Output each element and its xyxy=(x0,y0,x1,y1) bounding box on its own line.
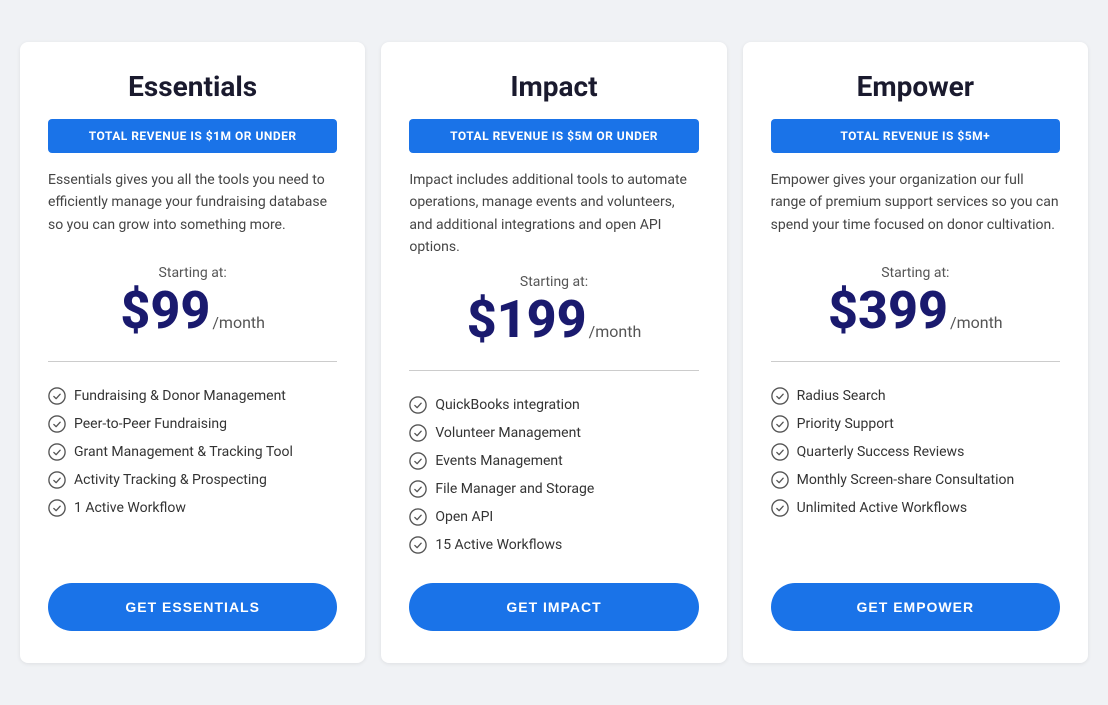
plan-badge-empower: TOTAL REVENUE IS $5M+ xyxy=(771,119,1060,153)
check-circle-icon xyxy=(409,452,427,470)
check-circle-icon xyxy=(771,499,789,517)
check-circle-icon xyxy=(771,387,789,405)
check-circle-icon xyxy=(48,471,66,489)
feature-item: Events Management xyxy=(409,447,698,475)
feature-item: Volunteer Management xyxy=(409,419,698,447)
check-circle-icon xyxy=(48,499,66,517)
check-circle-icon xyxy=(48,387,66,405)
feature-item: Grant Management & Tracking Tool xyxy=(48,438,337,466)
check-circle-icon xyxy=(771,415,789,433)
features-list-essentials: Fundraising & Donor Management Peer-to-P… xyxy=(48,382,337,560)
price-period-impact: /month xyxy=(589,322,642,341)
divider-essentials xyxy=(48,361,337,362)
plan-card-empower: Empower TOTAL REVENUE IS $5M+ Empower gi… xyxy=(743,42,1088,664)
plan-badge-impact: TOTAL REVENUE IS $5M OR UNDER xyxy=(409,119,698,153)
price-amount-essentials: $99 xyxy=(120,285,210,337)
plan-title-empower: Empower xyxy=(771,70,1060,103)
price-period-empower: /month xyxy=(950,313,1003,332)
pricing-cards: Essentials TOTAL REVENUE IS $1M OR UNDER… xyxy=(20,42,1088,664)
price-period-essentials: /month xyxy=(212,313,265,332)
starting-at-label-essentials: Starting at: xyxy=(48,265,337,281)
price-row-impact: $199 /month xyxy=(409,294,698,346)
feature-item: Peer-to-Peer Fundraising xyxy=(48,410,337,438)
feature-item: Activity Tracking & Prospecting xyxy=(48,466,337,494)
check-circle-icon xyxy=(409,508,427,526)
check-circle-icon xyxy=(409,424,427,442)
check-circle-icon xyxy=(771,443,789,461)
plan-description-essentials: Essentials gives you all the tools you n… xyxy=(48,169,337,249)
cta-button-empower[interactable]: GET EMPOWER xyxy=(771,583,1060,631)
price-amount-impact: $199 xyxy=(467,294,587,346)
plan-card-essentials: Essentials TOTAL REVENUE IS $1M OR UNDER… xyxy=(20,42,365,664)
feature-item: Fundraising & Donor Management xyxy=(48,382,337,410)
feature-item: Quarterly Success Reviews xyxy=(771,438,1060,466)
divider-empower xyxy=(771,361,1060,362)
feature-item: Unlimited Active Workflows xyxy=(771,494,1060,522)
features-list-impact: QuickBooks integration Volunteer Managem… xyxy=(409,391,698,559)
feature-item: Priority Support xyxy=(771,410,1060,438)
plan-badge-essentials: TOTAL REVENUE IS $1M OR UNDER xyxy=(48,119,337,153)
price-row-empower: $399 /month xyxy=(771,285,1060,337)
feature-item: QuickBooks integration xyxy=(409,391,698,419)
price-row-essentials: $99 /month xyxy=(48,285,337,337)
check-circle-icon xyxy=(771,471,789,489)
starting-at-label-empower: Starting at: xyxy=(771,265,1060,281)
starting-at-label-impact: Starting at: xyxy=(409,274,698,290)
check-circle-icon xyxy=(409,536,427,554)
feature-item: 1 Active Workflow xyxy=(48,494,337,522)
check-circle-icon xyxy=(48,443,66,461)
plan-description-impact: Impact includes additional tools to auto… xyxy=(409,169,698,259)
divider-impact xyxy=(409,370,698,371)
check-circle-icon xyxy=(409,480,427,498)
check-circle-icon xyxy=(409,396,427,414)
cta-button-essentials[interactable]: GET ESSENTIALS xyxy=(48,583,337,631)
feature-item: Open API xyxy=(409,503,698,531)
feature-item: Monthly Screen-share Consultation xyxy=(771,466,1060,494)
features-list-empower: Radius Search Priority Support xyxy=(771,382,1060,560)
price-amount-empower: $399 xyxy=(828,285,948,337)
check-circle-icon xyxy=(48,415,66,433)
plan-title-essentials: Essentials xyxy=(48,70,337,103)
plan-description-empower: Empower gives your organization our full… xyxy=(771,169,1060,249)
feature-item: Radius Search xyxy=(771,382,1060,410)
cta-button-impact[interactable]: GET IMPACT xyxy=(409,583,698,631)
plan-title-impact: Impact xyxy=(409,70,698,103)
feature-item: 15 Active Workflows xyxy=(409,531,698,559)
feature-item: File Manager and Storage xyxy=(409,475,698,503)
plan-card-impact: Impact TOTAL REVENUE IS $5M OR UNDER Imp… xyxy=(381,42,726,664)
